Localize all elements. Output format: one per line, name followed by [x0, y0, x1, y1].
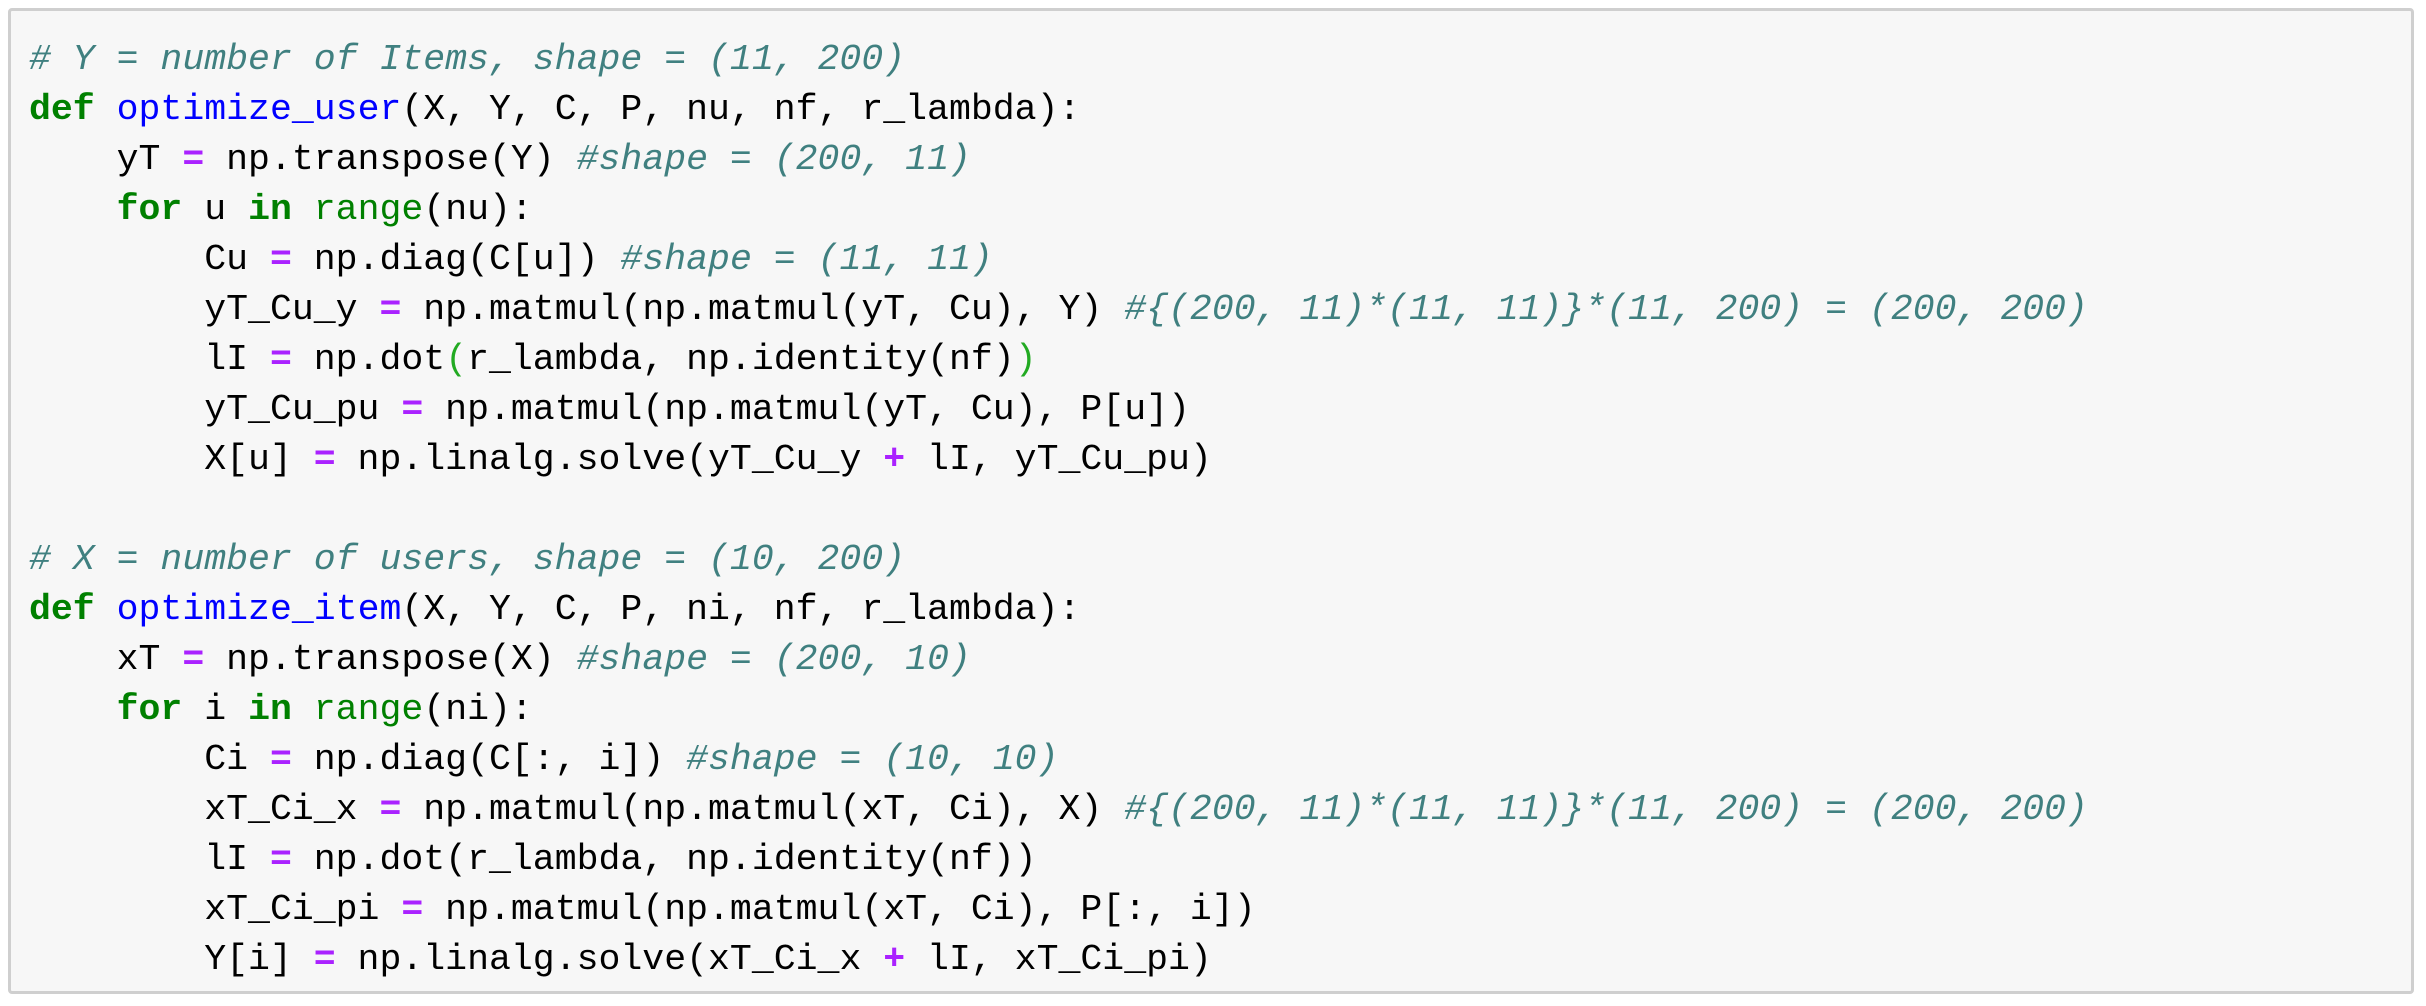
- code-token: (ni):: [423, 689, 533, 730]
- code-token: Ci: [29, 739, 270, 780]
- code-token: np.matmul(np.matmul(yT, Cu), Y): [401, 289, 1125, 330]
- operator-token: =: [269, 339, 292, 380]
- operator-token: =: [379, 289, 402, 330]
- code-token: np.matmul(np.matmul(yT, Cu), P[u]): [423, 389, 1190, 430]
- comment-token: #{(200, 11)*(11, 11)}*(11, 200) = (200, …: [1124, 289, 2088, 330]
- keyword-token: def: [29, 89, 95, 130]
- code-token: np.diag(C[u]): [291, 239, 621, 280]
- matched-paren-token: ): [1014, 339, 1037, 380]
- operator-token: =: [269, 839, 292, 880]
- code-line[interactable]: yT = np.transpose(Y) #shape = (200, 11): [29, 135, 2088, 185]
- code-token: np.diag(C[:, i]): [291, 739, 687, 780]
- operator-token: =: [313, 439, 336, 480]
- code-token: lI: [29, 339, 270, 380]
- comment-token: #{(200, 11)*(11, 11)}*(11, 200) = (200, …: [1124, 789, 2088, 830]
- blank-code-line[interactable]: [29, 485, 2088, 535]
- matched-paren-token: (: [445, 339, 468, 380]
- code-line[interactable]: Cu = np.diag(C[u]) #shape = (11, 11): [29, 235, 2088, 285]
- operator-token: =: [379, 789, 402, 830]
- code-line[interactable]: xT_Ci_x = np.matmul(np.matmul(xT, Ci), X…: [29, 785, 2088, 835]
- code-line[interactable]: def optimize_user(X, Y, C, P, nu, nf, r_…: [29, 85, 2088, 135]
- function-name-token: optimize_item: [116, 589, 402, 630]
- code-token: Cu: [29, 239, 270, 280]
- code-line[interactable]: # X = number of users, shape = (10, 200): [29, 535, 2088, 585]
- code-editor[interactable]: # Y = number of Items, shape = (11, 200)…: [29, 35, 2088, 985]
- code-line[interactable]: xT_Ci_pi = np.matmul(np.matmul(xT, Ci), …: [29, 885, 2088, 935]
- code-line[interactable]: xT = np.transpose(X) #shape = (200, 10): [29, 635, 2088, 685]
- operator-token: =: [401, 389, 424, 430]
- keyword-token: in: [248, 689, 292, 730]
- code-line[interactable]: for u in range(nu):: [29, 185, 2088, 235]
- code-token: xT_Ci_pi: [29, 889, 402, 930]
- code-line[interactable]: X[u] = np.linalg.solve(yT_Cu_y + lI, yT_…: [29, 435, 2088, 485]
- comment-token: # X = number of users, shape = (10, 200): [29, 539, 906, 580]
- code-token: lI: [29, 839, 270, 880]
- builtin-token: range: [313, 689, 424, 730]
- code-token: (nu):: [423, 189, 533, 230]
- code-token: lI, xT_Ci_pi): [905, 939, 1212, 980]
- code-token: (X, Y, C, P, ni, nf, r_lambda):: [401, 589, 1081, 630]
- comment-token: #shape = (200, 11): [576, 139, 971, 180]
- comment-token: #shape = (10, 10): [686, 739, 1059, 780]
- keyword-token: for: [116, 189, 183, 230]
- code-token: np.matmul(np.matmul(xT, Ci), P[:, i]): [423, 889, 1256, 930]
- comment-token: # Y = number of Items, shape = (11, 200): [29, 39, 906, 80]
- operator-token: =: [401, 889, 424, 930]
- code-token: r_lambda, np.identity(nf): [467, 339, 1015, 380]
- operator-token: =: [182, 139, 205, 180]
- code-token: yT_Cu_pu: [29, 389, 402, 430]
- code-token: np.transpose(Y): [204, 139, 577, 180]
- code-cell[interactable]: # Y = number of Items, shape = (11, 200)…: [8, 8, 2414, 994]
- code-token: Y[i]: [29, 939, 314, 980]
- code-line[interactable]: for i in range(ni):: [29, 685, 2088, 735]
- code-token: np.dot(r_lambda, np.identity(nf)): [291, 839, 1037, 880]
- operator-token: =: [269, 239, 292, 280]
- comment-token: #shape = (200, 10): [576, 639, 971, 680]
- code-line[interactable]: lI = np.dot(r_lambda, np.identity(nf)): [29, 835, 2088, 885]
- code-token: np.linalg.solve(xT_Ci_x: [335, 939, 884, 980]
- keyword-token: in: [248, 189, 292, 230]
- comment-token: #shape = (11, 11): [620, 239, 993, 280]
- code-line[interactable]: Ci = np.diag(C[:, i]) #shape = (10, 10): [29, 735, 2088, 785]
- code-line[interactable]: def optimize_item(X, Y, C, P, ni, nf, r_…: [29, 585, 2088, 635]
- operator-token: +: [883, 439, 906, 480]
- keyword-token: for: [116, 689, 183, 730]
- code-token: np.dot: [291, 339, 446, 380]
- code-token: xT: [29, 639, 183, 680]
- code-token: xT_Ci_x: [29, 789, 380, 830]
- code-token: np.linalg.solve(yT_Cu_y: [335, 439, 884, 480]
- code-token: yT: [29, 139, 183, 180]
- code-token: yT_Cu_y: [29, 289, 380, 330]
- operator-token: =: [269, 739, 292, 780]
- code-line[interactable]: yT_Cu_y = np.matmul(np.matmul(yT, Cu), Y…: [29, 285, 2088, 335]
- code-line[interactable]: yT_Cu_pu = np.matmul(np.matmul(yT, Cu), …: [29, 385, 2088, 435]
- code-token: np.matmul(np.matmul(xT, Ci), X): [401, 789, 1125, 830]
- code-line[interactable]: # Y = number of Items, shape = (11, 200): [29, 35, 2088, 85]
- code-line[interactable]: Y[i] = np.linalg.solve(xT_Ci_x + lI, xT_…: [29, 935, 2088, 985]
- code-token: u: [182, 189, 249, 230]
- operator-token: =: [313, 939, 336, 980]
- function-name-token: optimize_user: [116, 89, 402, 130]
- code-token: (X, Y, C, P, nu, nf, r_lambda):: [401, 89, 1081, 130]
- code-token: i: [182, 689, 249, 730]
- keyword-token: def: [29, 589, 95, 630]
- builtin-token: range: [313, 189, 424, 230]
- code-line[interactable]: lI = np.dot(r_lambda, np.identity(nf)): [29, 335, 2088, 385]
- code-token: lI, yT_Cu_pu): [905, 439, 1212, 480]
- code-token: np.transpose(X): [204, 639, 577, 680]
- code-token: X[u]: [29, 439, 314, 480]
- operator-token: =: [182, 639, 205, 680]
- operator-token: +: [883, 939, 906, 980]
